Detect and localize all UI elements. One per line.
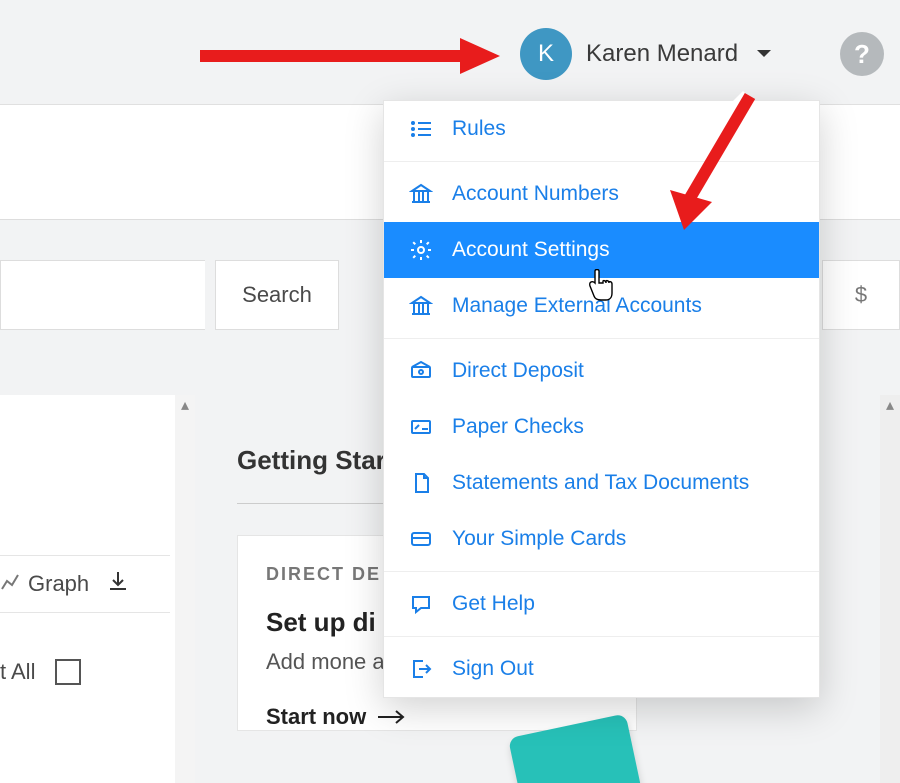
menu-item-account-numbers[interactable]: Account Numbers (384, 166, 819, 222)
gear-icon (408, 237, 434, 263)
left-scrollbar[interactable]: ▴ (175, 395, 195, 783)
menu-separator (384, 636, 819, 637)
search-button[interactable]: Search (215, 260, 339, 330)
search-input[interactable] (0, 260, 205, 330)
menu-item-statements-and-tax-documents[interactable]: Statements and Tax Documents (384, 455, 819, 511)
menu-item-account-settings[interactable]: Account Settings (384, 222, 819, 278)
menu-item-direct-deposit[interactable]: Direct Deposit (384, 343, 819, 399)
bank-icon (408, 293, 434, 319)
document-icon (408, 470, 434, 496)
select-all-row[interactable]: t All (0, 647, 170, 697)
menu-item-sign-out[interactable]: Sign Out (384, 641, 819, 697)
menu-separator (384, 338, 819, 339)
bank-icon (408, 181, 434, 207)
menu-item-label: Get Help (452, 592, 535, 616)
signout-icon (408, 656, 434, 682)
scroll-up-icon: ▴ (880, 395, 900, 415)
deposit-icon (408, 358, 434, 384)
menu-item-label: Rules (452, 117, 506, 141)
menu-separator (384, 571, 819, 572)
left-pane: ▴ Graph t All (0, 395, 195, 783)
amount-input[interactable]: $ (822, 260, 900, 330)
graph-icon (0, 571, 20, 597)
menu-item-label: Sign Out (452, 657, 534, 681)
check-icon (408, 414, 434, 440)
list-icon (408, 116, 434, 142)
chevron-down-icon (756, 49, 772, 59)
scroll-up-icon: ▴ (175, 395, 195, 415)
select-all-label: t All (0, 659, 35, 685)
menu-item-paper-checks[interactable]: Paper Checks (384, 399, 819, 455)
right-scrollbar[interactable]: ▴ (880, 395, 900, 783)
menu-item-label: Statements and Tax Documents (452, 471, 749, 495)
header-bar: K Karen Menard ? (0, 0, 900, 105)
card-icon (408, 526, 434, 552)
graph-toggle[interactable]: Graph (0, 555, 170, 613)
username-label: Karen Menard (586, 40, 738, 68)
menu-item-manage-external-accounts[interactable]: Manage External Accounts (384, 278, 819, 334)
menu-item-label: Your Simple Cards (452, 527, 626, 551)
help-icon: ? (854, 39, 870, 70)
menu-item-label: Account Numbers (452, 182, 619, 206)
menu-item-label: Paper Checks (452, 415, 584, 439)
start-now-link[interactable]: Start now (266, 704, 608, 730)
start-now-label: Start now (266, 704, 366, 730)
menu-item-get-help[interactable]: Get Help (384, 576, 819, 632)
menu-item-label: Account Settings (452, 238, 610, 262)
menu-item-label: Manage External Accounts (452, 294, 702, 318)
chat-icon (408, 591, 434, 617)
user-menu-trigger[interactable]: K Karen Menard (520, 28, 772, 80)
menu-item-your-simple-cards[interactable]: Your Simple Cards (384, 511, 819, 567)
graph-label: Graph (28, 571, 89, 597)
menu-separator (384, 161, 819, 162)
currency-symbol: $ (855, 282, 867, 308)
arrow-right-icon (378, 704, 406, 730)
menu-item-rules[interactable]: Rules (384, 101, 819, 157)
avatar: K (520, 28, 572, 80)
menu-item-label: Direct Deposit (452, 359, 584, 383)
getting-started-heading: Getting Star (237, 445, 386, 476)
select-all-checkbox[interactable] (55, 659, 81, 685)
search-button-label: Search (242, 282, 312, 308)
user-dropdown-menu: Rules Account Numbers Account Settings Mana… (383, 100, 820, 698)
divider (237, 503, 387, 504)
help-button[interactable]: ? (840, 32, 884, 76)
download-icon[interactable] (107, 570, 129, 598)
